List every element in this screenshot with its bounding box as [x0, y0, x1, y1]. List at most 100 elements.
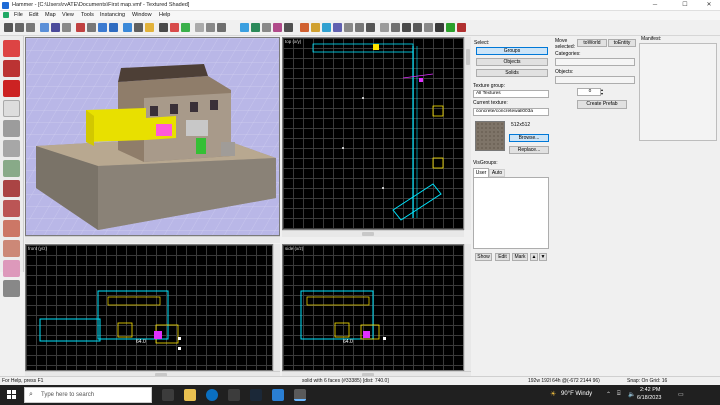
viewport-side-vscroll[interactable]	[464, 244, 471, 371]
apply-texture-icon[interactable]	[3, 160, 20, 177]
menu-file[interactable]: File	[14, 12, 23, 18]
model-icon[interactable]	[322, 23, 331, 32]
close-button[interactable]: ✕	[698, 1, 720, 10]
windows-icon[interactable]	[228, 389, 240, 401]
hide-selected-icon[interactable]	[98, 23, 107, 32]
mail-icon[interactable]	[272, 389, 284, 401]
grid-smaller-icon[interactable]	[15, 23, 24, 32]
compile-icon[interactable]	[181, 23, 190, 32]
run-map-icon[interactable]	[240, 23, 249, 32]
spin-icon[interactable]: ▴ ▾	[601, 88, 606, 96]
windows-start-icon[interactable]	[7, 390, 17, 400]
tab-auto[interactable]: Auto	[489, 169, 505, 177]
file-explorer-icon[interactable]	[184, 389, 196, 401]
create-prefab-button[interactable]: Create Prefab	[577, 100, 627, 109]
smoothing-icon[interactable]	[217, 23, 226, 32]
clip-icon[interactable]	[380, 23, 389, 32]
show-button[interactable]: Show	[475, 253, 492, 261]
hammer-taskbar-icon[interactable]	[294, 389, 306, 401]
carve-icon[interactable]	[62, 23, 71, 32]
clock-date[interactable]: 6/18/2023	[637, 395, 661, 401]
options-icon[interactable]	[284, 23, 293, 32]
viewport-3d-hscroll[interactable]	[25, 236, 280, 243]
decal-icon[interactable]	[391, 23, 400, 32]
ungroup-icon[interactable]	[87, 23, 96, 32]
clip-tool-icon[interactable]	[3, 220, 20, 237]
fps-icon[interactable]	[435, 23, 444, 32]
cube-icon[interactable]	[300, 23, 309, 32]
menu-help[interactable]: Help	[159, 12, 170, 18]
maximize-button[interactable]: ☐	[674, 1, 696, 10]
clock-time[interactable]: 2:42 PM	[640, 387, 660, 393]
viewport-front-vscroll[interactable]	[273, 244, 280, 371]
group-icon[interactable]	[76, 23, 85, 32]
path-icon[interactable]	[402, 23, 411, 32]
menu-edit[interactable]: Edit	[29, 12, 38, 18]
categories-select[interactable]	[555, 58, 635, 66]
autoselect-icon[interactable]	[170, 23, 179, 32]
viewport-top-vscroll[interactable]	[464, 37, 471, 230]
network-icon[interactable]: ⌸	[617, 391, 621, 398]
volume-icon[interactable]: 🔈	[628, 391, 635, 398]
replace-button[interactable]: Replace...	[509, 146, 549, 154]
decal-tool-icon[interactable]	[3, 180, 20, 197]
block-tool-icon[interactable]	[3, 120, 20, 137]
move-down-icon[interactable]: ▼	[539, 253, 547, 261]
vertex-icon[interactable]	[366, 23, 375, 32]
viewport-side[interactable]: side (x/z) 64.0	[282, 244, 464, 371]
groups-button[interactable]: Groups	[476, 47, 548, 55]
check-problems-icon[interactable]	[262, 23, 271, 32]
mark-button[interactable]: Mark	[512, 253, 528, 261]
menu-view[interactable]: View	[62, 12, 74, 18]
cm-icon[interactable]	[424, 23, 433, 32]
menu-instancing[interactable]: Instancing	[100, 12, 125, 18]
move-up-icon[interactable]: ▲	[530, 253, 538, 261]
tab-user[interactable]: User	[473, 168, 489, 177]
sprinkle-icon[interactable]	[413, 23, 422, 32]
viewport-3d[interactable]	[25, 37, 280, 236]
current-texture-select[interactable]: concrete/concretewall003a	[473, 108, 549, 116]
texture-tool-icon[interactable]	[3, 140, 20, 157]
notification-icon[interactable]: ▭	[678, 391, 684, 398]
camera-view-icon[interactable]	[51, 23, 60, 32]
toworld-button[interactable]: toWorld	[577, 39, 607, 47]
cordon-icon[interactable]	[134, 23, 143, 32]
entity-report-icon[interactable]	[251, 23, 260, 32]
displacement-icon[interactable]	[355, 23, 364, 32]
grid-larger-icon[interactable]	[26, 23, 35, 32]
visgroup-list[interactable]	[473, 177, 549, 249]
camera-tool-icon[interactable]	[3, 80, 20, 97]
hide-unselected-icon[interactable]	[109, 23, 118, 32]
tray-chevron-icon[interactable]: ⌃	[606, 391, 611, 398]
texture-preview[interactable]	[475, 121, 505, 151]
menu-tools[interactable]: Tools	[81, 12, 94, 18]
ignore-groups-icon[interactable]	[206, 23, 215, 32]
lock-tool-icon[interactable]	[3, 280, 20, 297]
vertex-tool-icon[interactable]	[3, 240, 20, 257]
magnify-tool-icon[interactable]	[3, 60, 20, 77]
taskbar-search[interactable]: ⌕ Type here to search	[24, 387, 152, 403]
menu-map[interactable]: Map	[45, 12, 56, 18]
wireframe-icon[interactable]	[159, 23, 168, 32]
cubemap-icon[interactable]	[344, 23, 353, 32]
minimize-button[interactable]: ─	[644, 1, 666, 10]
toentity-button[interactable]: toEntity	[608, 39, 636, 47]
selection-icon[interactable]	[145, 23, 154, 32]
texture-lock-icon[interactable]	[123, 23, 132, 32]
texture-group-select[interactable]: All Textures	[473, 90, 549, 98]
3d-grid-icon[interactable]	[40, 23, 49, 32]
menu-window[interactable]: Window	[132, 12, 152, 18]
edge-icon[interactable]	[206, 389, 218, 401]
edit-button[interactable]: Edit	[495, 253, 510, 261]
hscroll-thumb[interactable]	[362, 232, 374, 236]
task-view-icon[interactable]	[162, 389, 174, 401]
light-icon[interactable]	[311, 23, 320, 32]
toggle-helpers-icon[interactable]	[195, 23, 204, 32]
entity-tool-icon[interactable]	[3, 100, 20, 117]
viewport-front[interactable]: front (y/z) 64.0	[25, 244, 273, 371]
selection-tool-icon[interactable]	[3, 40, 20, 57]
manifest-list[interactable]	[639, 43, 717, 141]
overlay-tool-icon[interactable]	[3, 200, 20, 217]
prefab-counter[interactable]: 0	[577, 88, 601, 96]
objects-select[interactable]	[555, 76, 635, 84]
